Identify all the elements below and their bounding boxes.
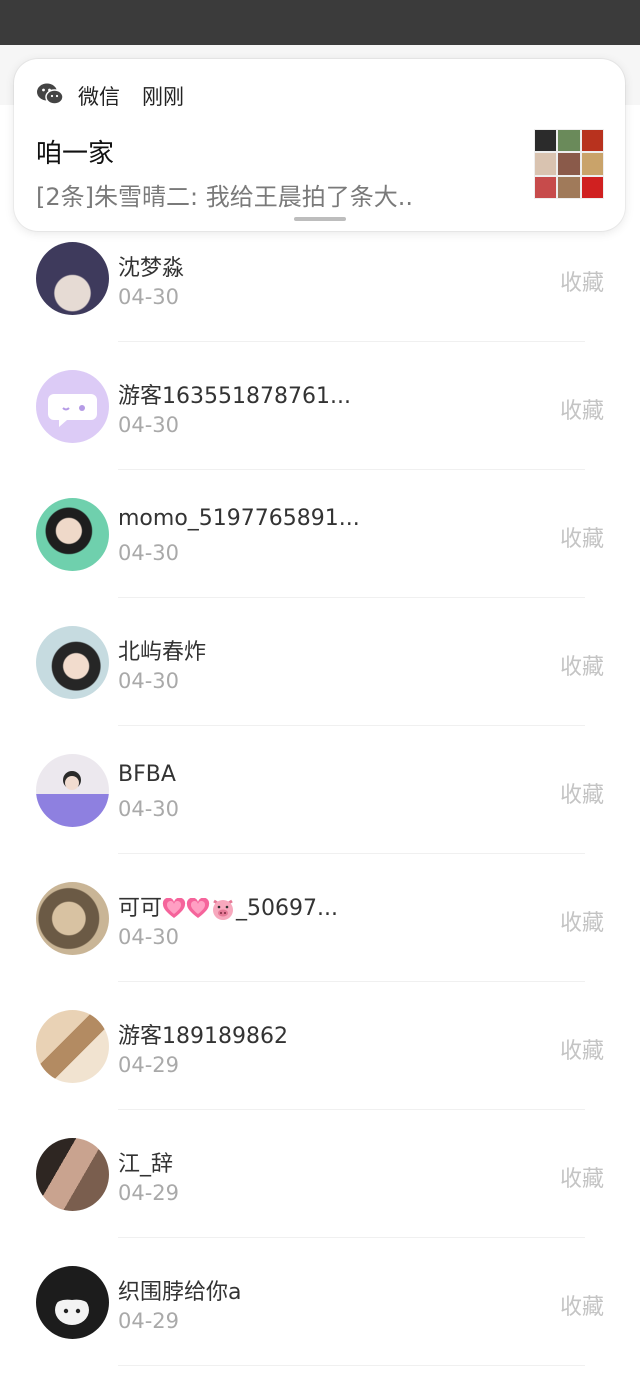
list-item[interactable]: 织围脖给你a 04-29 收藏 bbox=[0, 1238, 640, 1366]
item-date: 04-30 bbox=[118, 541, 180, 565]
notification-time: 刚刚 bbox=[142, 85, 184, 109]
favorite-button[interactable]: 收藏 bbox=[560, 777, 604, 809]
list-item[interactable]: BFBA 04-30 收藏 bbox=[0, 726, 640, 854]
user-name: 游客163551878761... bbox=[118, 384, 351, 409]
user-name: 可可 _50697... bbox=[118, 896, 338, 921]
item-date: 04-29 bbox=[118, 1053, 180, 1077]
avatar[interactable] bbox=[36, 370, 109, 443]
user-name: 织围脖给你a bbox=[118, 1280, 242, 1305]
item-date: 04-30 bbox=[118, 285, 180, 309]
item-date: 04-30 bbox=[118, 925, 180, 949]
avatar[interactable] bbox=[36, 626, 109, 699]
user-name: 游客189189862 bbox=[118, 1024, 288, 1049]
favorite-button[interactable]: 收藏 bbox=[560, 905, 604, 937]
avatar[interactable] bbox=[36, 1138, 109, 1211]
avatar[interactable] bbox=[36, 1010, 109, 1083]
favorite-button[interactable]: 收藏 bbox=[560, 521, 604, 553]
notification-body: [2条]朱雪晴二: 我给王晨拍了条大.. bbox=[36, 183, 413, 211]
item-date: 04-29 bbox=[118, 1309, 180, 1333]
favorite-button[interactable]: 收藏 bbox=[560, 1289, 604, 1321]
list-item[interactable]: momo_5197765891... 04-30 收藏 bbox=[0, 470, 640, 598]
list-item[interactable]: 游客163551878761... 04-30 收藏 bbox=[0, 342, 640, 470]
list-item[interactable]: 北屿春炸 04-30 收藏 bbox=[0, 598, 640, 726]
avatar[interactable] bbox=[36, 498, 109, 571]
status-bar bbox=[0, 0, 640, 45]
pig-face-icon bbox=[213, 899, 234, 920]
notification-title: 咱一家 bbox=[36, 139, 115, 169]
list-item[interactable]: 可可 _50697... 04-30 收藏 bbox=[0, 854, 640, 982]
favorite-button[interactable]: 收藏 bbox=[560, 265, 604, 297]
pink-heart-icon bbox=[162, 898, 186, 918]
avatar[interactable] bbox=[36, 1266, 109, 1339]
favorite-button[interactable]: 收藏 bbox=[560, 393, 604, 425]
pink-heart-icon bbox=[186, 898, 210, 918]
avatar[interactable] bbox=[36, 754, 109, 827]
user-name: 沈梦淼 bbox=[118, 256, 185, 281]
list-item[interactable]: 游客189189862 04-29 收藏 bbox=[0, 982, 640, 1110]
item-date: 04-29 bbox=[118, 1181, 180, 1205]
avatar[interactable] bbox=[36, 242, 109, 315]
item-date: 04-30 bbox=[118, 669, 180, 693]
wechat-icon bbox=[37, 83, 64, 105]
user-name: 江_辞 bbox=[118, 1152, 174, 1177]
favorite-button[interactable]: 收藏 bbox=[560, 1033, 604, 1065]
user-list: 沈梦淼 04-30 收藏 游客163551878761... 04-30 收藏 … bbox=[0, 214, 640, 1366]
favorite-button[interactable]: 收藏 bbox=[560, 1161, 604, 1193]
user-name: BFBA bbox=[118, 762, 176, 787]
notification-thumbnail bbox=[534, 129, 604, 199]
wechat-notification[interactable]: 微信 刚刚 咱一家 [2条]朱雪晴二: 我给王晨拍了条大.. bbox=[14, 59, 625, 231]
chat-bubble-icon bbox=[48, 394, 97, 427]
list-item[interactable]: 沈梦淼 04-30 收藏 bbox=[0, 214, 640, 342]
divider bbox=[118, 1365, 585, 1366]
user-name: 北屿春炸 bbox=[118, 640, 207, 665]
favorite-button[interactable]: 收藏 bbox=[560, 649, 604, 681]
notification-drag-handle[interactable] bbox=[294, 217, 346, 221]
notification-app-name: 微信 bbox=[78, 85, 120, 109]
user-name: momo_5197765891... bbox=[118, 506, 360, 531]
avatar[interactable] bbox=[36, 882, 109, 955]
item-date: 04-30 bbox=[118, 413, 180, 437]
list-item[interactable]: 江_辞 04-29 收藏 bbox=[0, 1110, 640, 1238]
item-date: 04-30 bbox=[118, 797, 180, 821]
